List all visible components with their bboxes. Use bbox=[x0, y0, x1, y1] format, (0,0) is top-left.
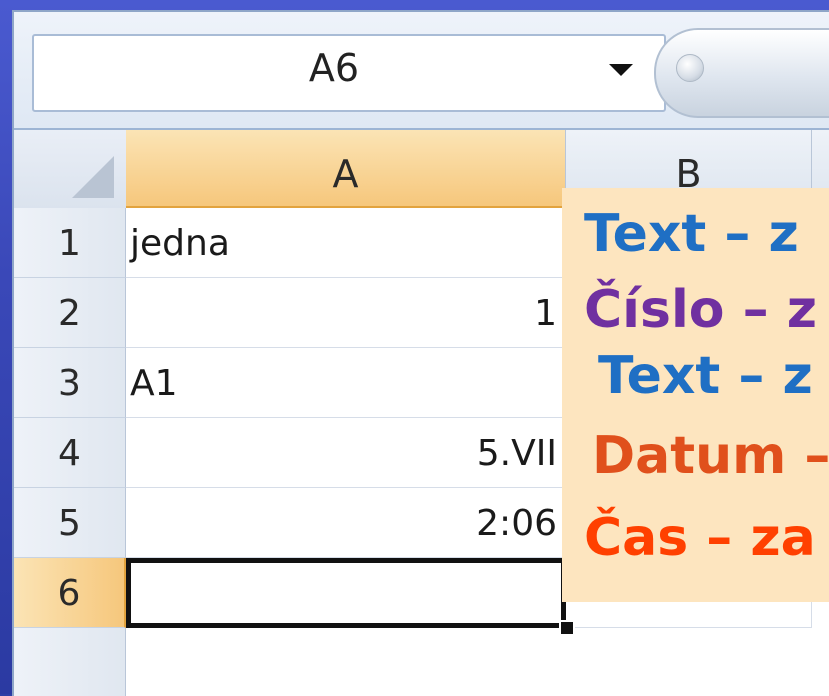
cell-a2[interactable]: 1 bbox=[126, 278, 566, 348]
annotation-line: Text – z bbox=[598, 346, 813, 406]
cell-a4[interactable]: 5.VII bbox=[126, 418, 566, 488]
row-header-3[interactable]: 3 bbox=[14, 348, 126, 418]
select-all-icon bbox=[72, 156, 114, 198]
cell-a1[interactable]: jedna bbox=[126, 208, 566, 278]
row-header-1[interactable]: 1 bbox=[14, 208, 126, 278]
annotation-line: Datum – bbox=[592, 426, 829, 486]
name-box-value: A6 bbox=[308, 46, 360, 90]
cell-a3[interactable]: A1 bbox=[126, 348, 566, 418]
cell-a5[interactable]: 2:06 bbox=[126, 488, 566, 558]
annotation-line: Text – z bbox=[584, 204, 799, 264]
row-header-7[interactable] bbox=[14, 628, 126, 696]
row-header-5[interactable]: 5 bbox=[14, 488, 126, 558]
cell-a6[interactable] bbox=[126, 558, 566, 628]
name-box[interactable]: A6 bbox=[32, 34, 666, 112]
formula-bar-divider-button[interactable] bbox=[654, 28, 829, 118]
select-all-button[interactable] bbox=[14, 130, 127, 209]
annotation-line: Číslo – z bbox=[584, 280, 817, 340]
formula-bar: A6 bbox=[14, 12, 829, 130]
row-header-4[interactable]: 4 bbox=[14, 418, 126, 488]
resize-handle-icon[interactable] bbox=[676, 54, 704, 82]
row-header-2[interactable]: 2 bbox=[14, 278, 126, 348]
annotation-box: Text – z Číslo – z Text – z Datum – Čas … bbox=[562, 188, 829, 602]
annotation-line: Čas – za bbox=[584, 508, 816, 568]
column-header-a[interactable]: A bbox=[126, 130, 566, 208]
chevron-down-icon[interactable] bbox=[609, 64, 633, 76]
row-header-6[interactable]: 6 bbox=[14, 558, 126, 628]
fill-handle[interactable] bbox=[559, 620, 575, 636]
